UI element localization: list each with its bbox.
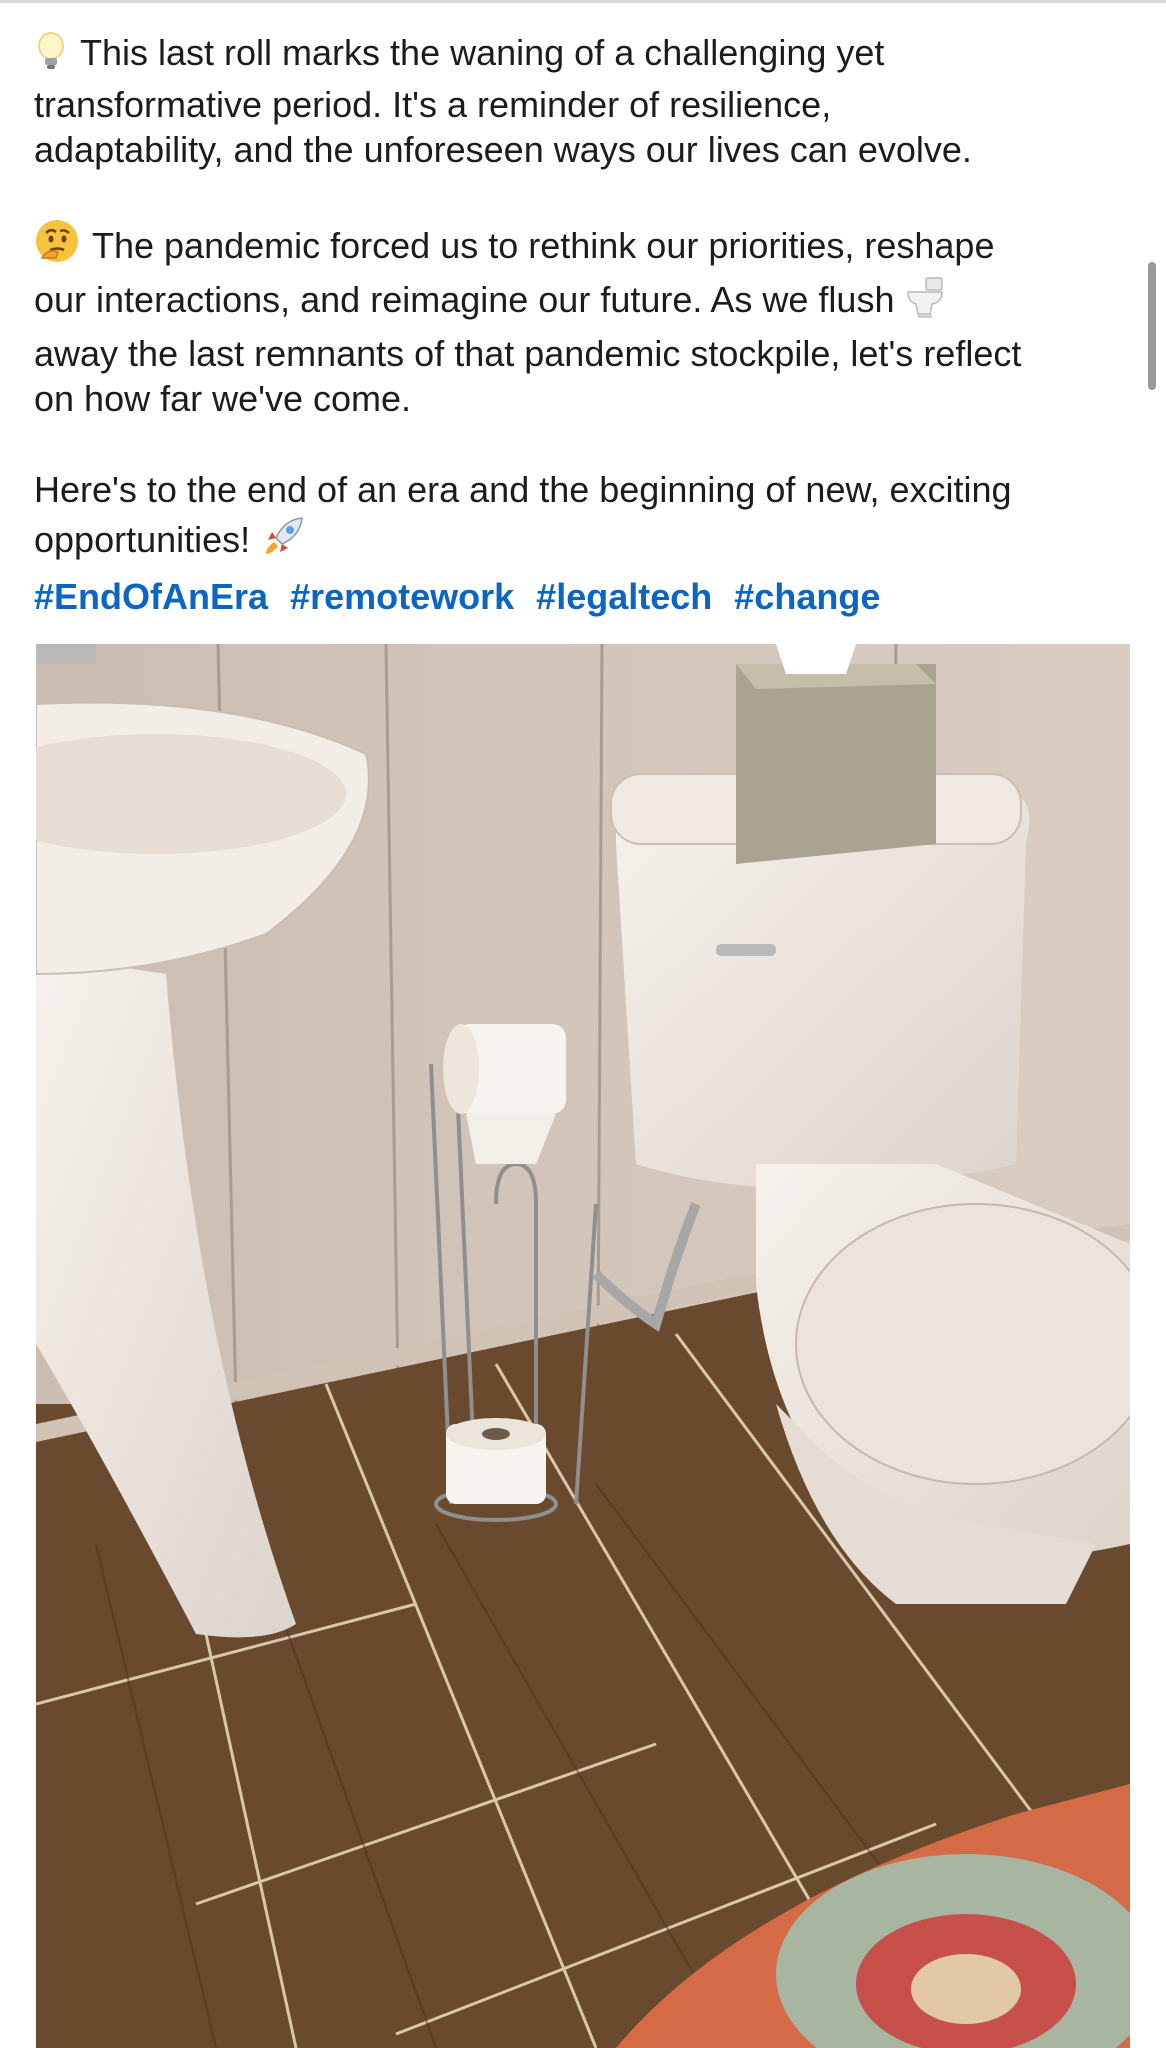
paragraph-2-line-3: away the last remnants of that pandemic … xyxy=(34,332,1022,374)
paragraph-2-line-1: The pandemic forced us to rethink our pr… xyxy=(92,224,995,266)
paragraph-2: The pandemic forced us to rethink our pr… xyxy=(34,218,1134,422)
top-divider xyxy=(0,0,1166,3)
paragraph-3-line-2: opportunities! xyxy=(34,519,251,560)
paragraph-1-line-3: adaptability, and the unforeseen ways ou… xyxy=(34,129,972,170)
thinking-face-icon xyxy=(34,218,80,275)
paragraph-1-line-1: This last roll marks the waning of a cha… xyxy=(80,32,885,73)
post-body: This last roll marks the waning of a cha… xyxy=(34,30,1134,571)
scrollbar[interactable] xyxy=(1148,262,1156,390)
paragraph-1: This last roll marks the waning of a cha… xyxy=(34,30,1134,173)
paragraph-3-line-1: Here's to the end of an era and the begi… xyxy=(34,468,1012,510)
paragraph-1-line-2: transformative period. It's a reminder o… xyxy=(34,83,832,125)
bathroom-photo xyxy=(36,644,1130,2048)
toilet-icon xyxy=(904,274,946,331)
hashtag-link[interactable]: #change xyxy=(734,576,880,617)
lightbulb-icon xyxy=(34,31,68,82)
hashtag-link[interactable]: #legaltech xyxy=(536,576,712,617)
post-image[interactable] xyxy=(36,644,1130,2048)
hashtag-list: #EndOfAnEra #remotework #legaltech #chan… xyxy=(34,576,892,618)
hashtag-link[interactable]: #EndOfAnEra xyxy=(34,576,268,617)
rocket-icon xyxy=(260,512,308,571)
paragraph-3: Here's to the end of an era and the begi… xyxy=(34,467,1134,571)
hashtag-link[interactable]: #remotework xyxy=(290,576,514,617)
paragraph-2-line-4: on how far we've come. xyxy=(34,378,412,419)
paragraph-2-line-2: our interactions, and reimagine our futu… xyxy=(34,279,895,320)
